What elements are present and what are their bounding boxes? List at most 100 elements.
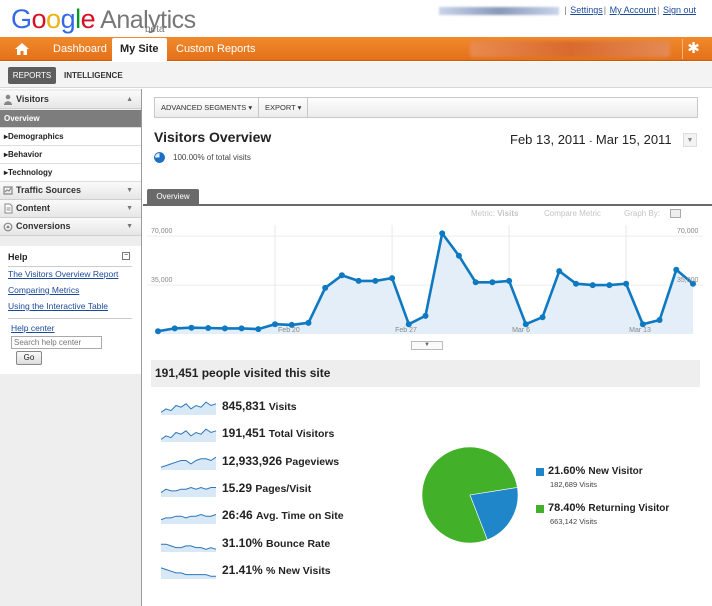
reports-button[interactable]: REPORTS [8,67,56,84]
report-toolbar: ADVANCED SEGMENTS ▾ EXPORT ▾ [154,97,698,118]
sidebar-item-behavior[interactable]: ▸Behavior [0,146,141,164]
y-tick-label-right: 35,000 [677,277,699,284]
help-center-link[interactable]: Help center [11,323,54,333]
google-analytics-logo: Google Analytics [11,4,196,34]
date-dropdown-icon[interactable]: ▼ [683,133,697,147]
data-point[interactable] [673,266,680,273]
sidebar-item-label: Technology [8,168,53,177]
data-point[interactable] [506,277,513,284]
help-title: Help [8,252,28,262]
export-button[interactable]: EXPORT ▾ [259,98,309,117]
data-point[interactable] [171,325,178,332]
data-point[interactable] [656,317,663,324]
tab-custom-reports[interactable]: Custom Reports [168,37,263,61]
main-nav: Dashboard My Site Custom Reports ✱ [0,37,712,61]
help-search-input[interactable]: Search help center [11,336,102,349]
sidebar-section-label: Visitors [16,94,49,104]
metric-label: Metric: [471,209,495,218]
minimize-icon[interactable]: − [122,252,130,260]
metric-row[interactable]: 12,933,926 Pageviews [161,452,401,470]
data-point[interactable] [305,319,312,326]
sidebar-item-technology[interactable]: ▸Technology [0,164,141,182]
metric-number: 12,933,926 [222,453,283,468]
expand-icon[interactable]: ▼ [126,182,133,199]
sidebar-item-demographics[interactable]: ▸Demographics [0,128,141,146]
data-point[interactable] [221,325,228,332]
data-point[interactable] [439,230,446,237]
data-point[interactable] [539,314,546,321]
sidebar-item-overview[interactable]: Overview [0,110,141,128]
metric-row[interactable]: 31.10% Bounce Rate [161,534,401,552]
settings-link[interactable]: Settings [570,5,603,15]
expand-chart-handle[interactable]: ▼ [411,341,443,350]
tab-overview[interactable]: Overview [147,189,199,204]
x-tick-label: Feb 27 [395,327,417,334]
divider [8,266,132,267]
data-point[interactable] [188,324,195,331]
tab-my-site[interactable]: My Site [112,38,167,61]
new-visitor-visits: 182,689 Visits [550,480,597,489]
home-icon[interactable] [14,41,30,57]
data-point[interactable] [572,280,579,287]
new-visitor-pct: 21.60% [548,465,586,477]
data-point[interactable] [372,277,379,284]
metric-row[interactable]: 21.41% % New Visits [161,561,401,579]
sidebar-section-traffic-sources[interactable]: Traffic Sources ▼ [0,182,141,200]
date-end: Mar 15, 2011 [595,132,672,147]
go-button[interactable]: Go [16,351,42,365]
help-link-comparing-metrics[interactable]: Comparing Metrics [8,285,79,295]
advanced-segments-button[interactable]: ADVANCED SEGMENTS ▾ [155,98,260,117]
collapse-icon[interactable]: ▲ [126,91,133,108]
sign-out-link[interactable]: Sign out [663,5,696,15]
data-point[interactable] [589,282,596,289]
legend-label-returning: 78.40% Returning Visitor [548,502,669,514]
expand-icon[interactable]: ▼ [126,200,133,217]
sidebar-section-label: Traffic Sources [16,185,82,195]
metric-row[interactable]: 26:46 Avg. Time on Site [161,506,401,525]
redacted-profile-selector[interactable] [470,41,670,57]
data-point[interactable] [355,277,362,284]
data-point[interactable] [606,282,613,289]
pie-percent-icon [154,152,165,163]
sidebar-section-visitors[interactable]: Visitors ▲ [0,91,141,109]
data-point[interactable] [422,312,429,319]
data-point[interactable] [205,324,212,331]
data-point[interactable] [155,328,161,335]
metric-label: Visits [268,401,297,413]
y-tick-label-left: 35,000 [151,277,173,284]
compare-metric-link[interactable]: Compare Metric [544,209,601,218]
data-point[interactable] [238,325,245,332]
sidebar-section-conversions[interactable]: Conversions ▼ [0,218,141,236]
data-point[interactable] [322,284,329,291]
help-link-interactive-table[interactable]: Using the Interactive Table [8,301,108,311]
data-point[interactable] [472,279,479,286]
metric-row[interactable]: 191,451 Total Visitors [161,424,401,443]
sidebar-section-content[interactable]: Content ▼ [0,200,141,218]
metric-row[interactable]: 15.29 Pages/Visit [161,479,401,497]
date-range[interactable]: Feb 13, 2011 - Mar 15, 2011 [510,132,672,147]
data-point[interactable] [556,268,563,275]
data-point[interactable] [338,272,345,279]
my-account-link[interactable]: My Account [610,5,657,15]
help-link-visitors-overview[interactable]: The Visitors Overview Report [8,269,118,279]
metric-label: Pageviews [285,455,340,468]
percent-of-total: 100.00% of total visits [173,153,251,162]
expand-icon[interactable]: ▼ [126,218,133,235]
data-point[interactable] [255,326,262,333]
data-point[interactable] [455,252,462,259]
data-point[interactable] [489,279,496,286]
intelligence-button[interactable]: INTELLIGENCE [64,67,123,84]
tab-dashboard[interactable]: Dashboard [45,37,115,61]
data-point[interactable] [623,280,630,287]
graph-by-icon[interactable] [670,209,681,218]
help-panel: Help − The Visitors Overview Report Comp… [0,246,141,374]
beta-label: beta [145,24,165,35]
legend-swatch-returning [536,505,544,513]
metric-label: Total Visitors [268,428,335,441]
gear-icon[interactable]: ✱ [682,39,704,59]
metric-row[interactable]: 845,831 Visits [161,397,401,415]
legend-swatch-new [536,468,544,476]
sparkline [161,456,217,470]
data-point[interactable] [389,275,396,282]
metric-selector[interactable]: Metric: Visits [471,209,518,218]
